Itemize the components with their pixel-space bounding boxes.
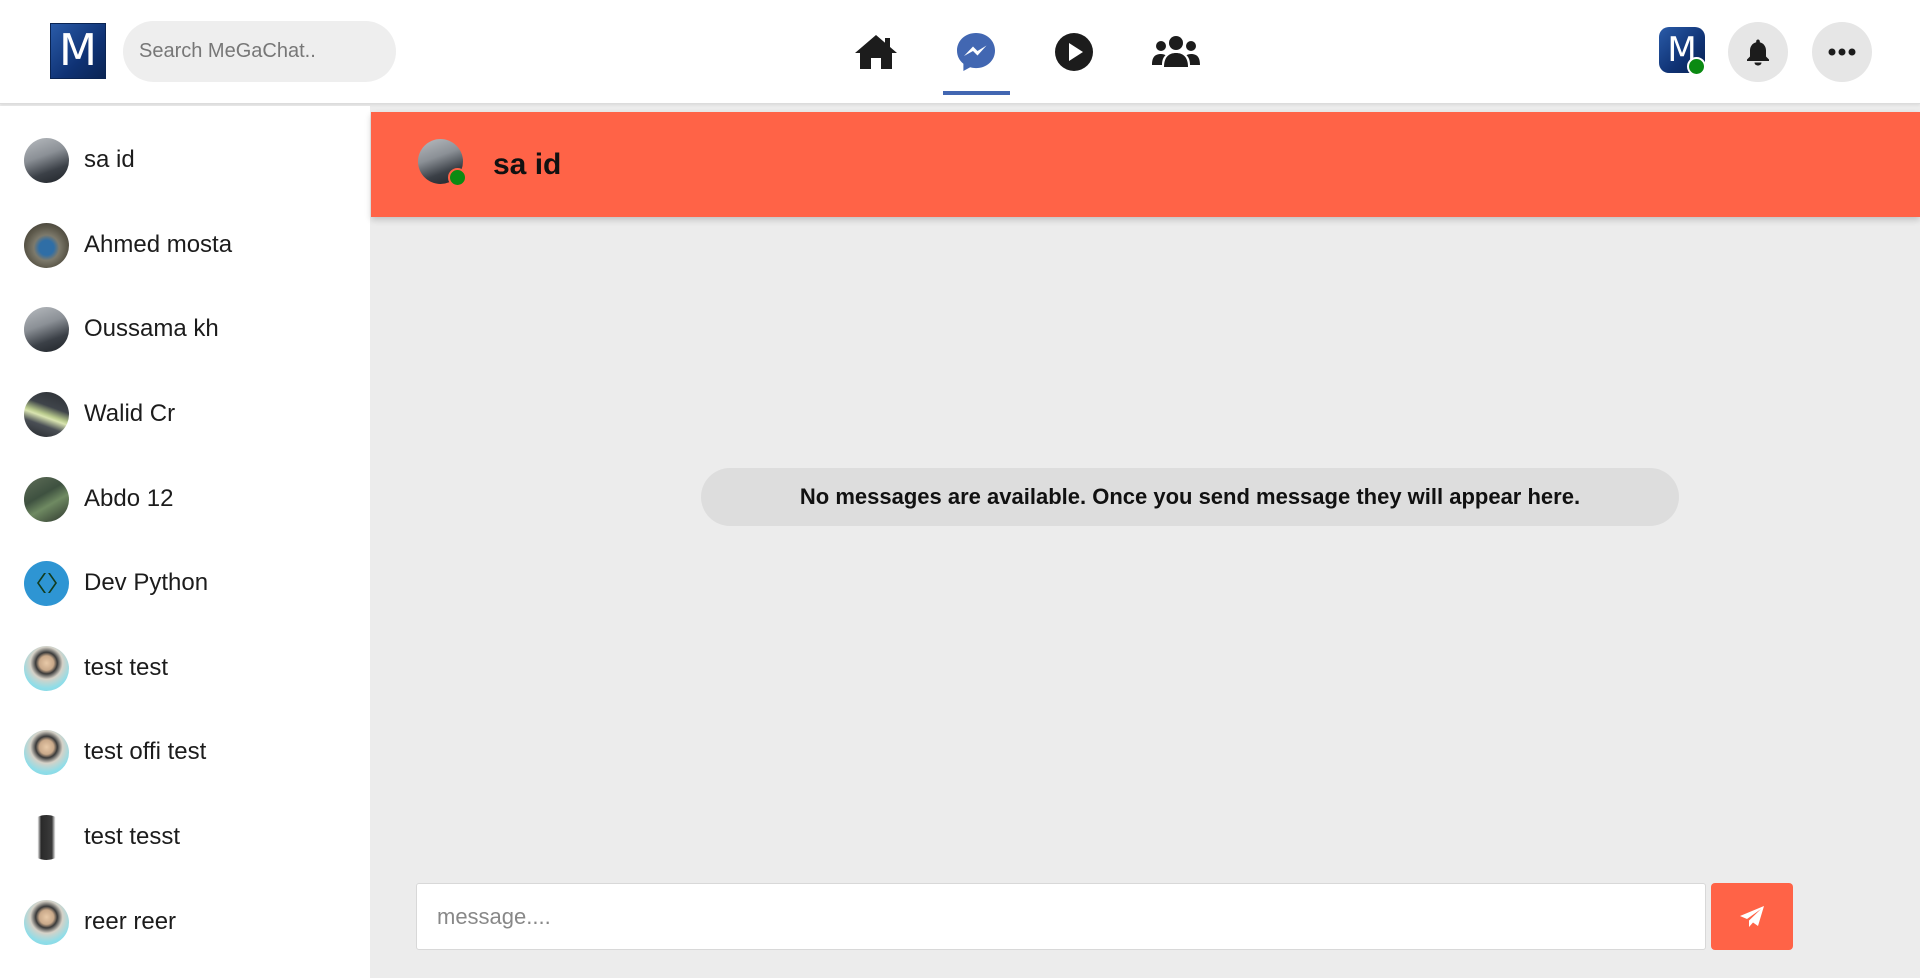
contact-item[interactable]: Ahmed mosta xyxy=(24,222,232,268)
notifications-button[interactable] xyxy=(1728,22,1788,82)
contact-name: Dev Python xyxy=(84,569,209,596)
active-tab-indicator xyxy=(943,91,1010,95)
contact-name: sa id xyxy=(84,146,135,173)
contact-name: Abdo 12 xyxy=(84,485,174,512)
app-logo[interactable]: M xyxy=(50,23,106,79)
send-icon xyxy=(1740,905,1764,927)
contact-avatar xyxy=(24,137,69,183)
nav-watch[interactable] xyxy=(1044,0,1104,104)
messenger-icon xyxy=(957,33,995,71)
online-status-dot xyxy=(1687,57,1706,76)
chat-online-dot xyxy=(448,168,467,187)
contact-name: Ahmed mosta xyxy=(84,231,233,258)
contact-item[interactable]: Walid Cr xyxy=(24,391,175,437)
groups-icon xyxy=(1152,36,1200,67)
empty-messages-notice: No messages are available. Once you send… xyxy=(701,468,1679,526)
nav-home[interactable] xyxy=(846,0,906,104)
chat-header: sa id xyxy=(371,112,1920,217)
contact-name: test tesst xyxy=(84,823,181,850)
logo-letter: M xyxy=(59,25,97,76)
contact-name: reer reer xyxy=(84,908,177,935)
contact-avatar xyxy=(24,222,69,268)
send-button[interactable] xyxy=(1711,883,1793,950)
contact-name: test test xyxy=(84,654,169,681)
more-dots-icon xyxy=(1828,48,1856,56)
contact-item[interactable]: Oussama kh xyxy=(24,306,219,352)
contact-item[interactable]: test test xyxy=(24,645,168,691)
more-options-button[interactable] xyxy=(1812,22,1872,82)
contact-avatar xyxy=(24,645,69,691)
contacts-sidebar: sa id Ahmed mosta Oussama kh Walid Cr Ab… xyxy=(0,106,370,978)
contact-name: Walid Cr xyxy=(84,400,176,427)
contact-name: Oussama kh xyxy=(84,315,219,342)
chat-title: sa id xyxy=(493,148,562,181)
contact-item[interactable]: sa id xyxy=(24,137,135,183)
contact-avatar xyxy=(24,729,69,775)
contact-avatar xyxy=(24,306,69,352)
contact-avatar xyxy=(24,814,69,860)
contact-item[interactable]: test tesst xyxy=(24,814,180,860)
contact-avatar xyxy=(24,899,69,945)
nav-messenger[interactable] xyxy=(942,0,1010,104)
play-icon xyxy=(1055,33,1093,71)
contact-item[interactable]: test offi test xyxy=(24,729,206,775)
top-bar: M M xyxy=(0,0,1920,104)
message-input[interactable] xyxy=(416,883,1706,950)
contact-avatar xyxy=(24,560,69,606)
contact-item[interactable]: Abdo 12 xyxy=(24,476,173,522)
contact-avatar xyxy=(24,476,69,522)
contact-item[interactable]: reer reer xyxy=(24,899,176,945)
home-icon xyxy=(855,35,897,69)
code-logo-icon xyxy=(36,573,57,593)
nav-groups[interactable] xyxy=(1146,0,1206,104)
bell-icon xyxy=(1747,39,1769,66)
contact-name: test offi test xyxy=(84,738,207,765)
contact-item[interactable]: Dev Python xyxy=(24,560,208,606)
search-input[interactable] xyxy=(123,21,396,82)
contact-avatar xyxy=(24,391,69,437)
